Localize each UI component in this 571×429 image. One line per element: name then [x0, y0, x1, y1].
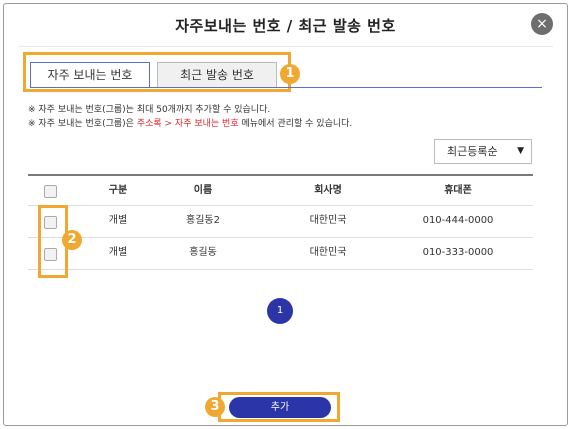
notice-manage-prefix: ※ 자주 보내는 번호(그룹)은: [28, 119, 137, 129]
cell-phone: 010-444-0000: [422, 215, 494, 226]
cell-type: 개별: [108, 247, 128, 258]
header-divider: [18, 46, 553, 47]
header-phone: 휴대폰: [444, 185, 472, 196]
cell-name: 홍길동: [189, 247, 217, 258]
notice-manage: ※ 자주 보내는 번호(그룹)은 주소록 > 자주 보내는 번호 메뉴에서 관리…: [28, 116, 352, 129]
tab-frequent-numbers[interactable]: 자주 보내는 번호: [30, 62, 150, 88]
table-header-row: 구분 이름 회사명 휴대폰: [28, 174, 533, 206]
header-company: 회사명: [314, 185, 342, 196]
callout-badge-1: 1: [280, 64, 300, 84]
table-row: 개별 홍길동 대한민국 010-333-0000: [28, 238, 533, 270]
pagination-page-1[interactable]: 1: [267, 298, 293, 324]
notice-max-count: ※ 자주 보내는 번호(그룹)는 최대 50개까지 추가할 수 있습니다.: [28, 105, 271, 115]
sort-select-value: 최근등록순: [447, 145, 498, 158]
table-row: 개별 홍길동2 대한민국 010-444-0000: [28, 206, 533, 238]
cell-type: 개별: [108, 215, 128, 226]
tab-recent-numbers[interactable]: 최근 발송 번호: [157, 62, 277, 88]
dialog-title: 자주보내는 번호 / 최근 발송 번호: [175, 17, 396, 35]
tab-underline: [150, 87, 542, 88]
cell-company: 대한민국: [309, 247, 347, 258]
close-icon[interactable]: ×: [531, 13, 553, 35]
callout-badge-2: 2: [62, 230, 82, 250]
notice-manage-suffix: 메뉴에서 관리할 수 있습니다.: [238, 119, 353, 129]
notice-manage-link: 주소록 > 자주 보내는 번호: [136, 119, 239, 129]
dialog-header: 자주보내는 번호 / 최근 발송 번호 ×: [4, 4, 567, 44]
sort-select[interactable]: 최근등록순 ▼: [434, 139, 532, 164]
callout-badge-3: 3: [205, 397, 225, 417]
cell-phone: 010-333-0000: [422, 247, 494, 258]
header-name: 이름: [193, 185, 213, 196]
select-all-checkbox[interactable]: [44, 185, 57, 198]
cell-name: 홍길동2: [186, 215, 220, 226]
add-button[interactable]: 추가: [229, 397, 331, 418]
chevron-down-icon: ▼: [517, 146, 524, 156]
cell-company: 대한민국: [309, 215, 347, 226]
header-type: 구분: [108, 185, 128, 196]
